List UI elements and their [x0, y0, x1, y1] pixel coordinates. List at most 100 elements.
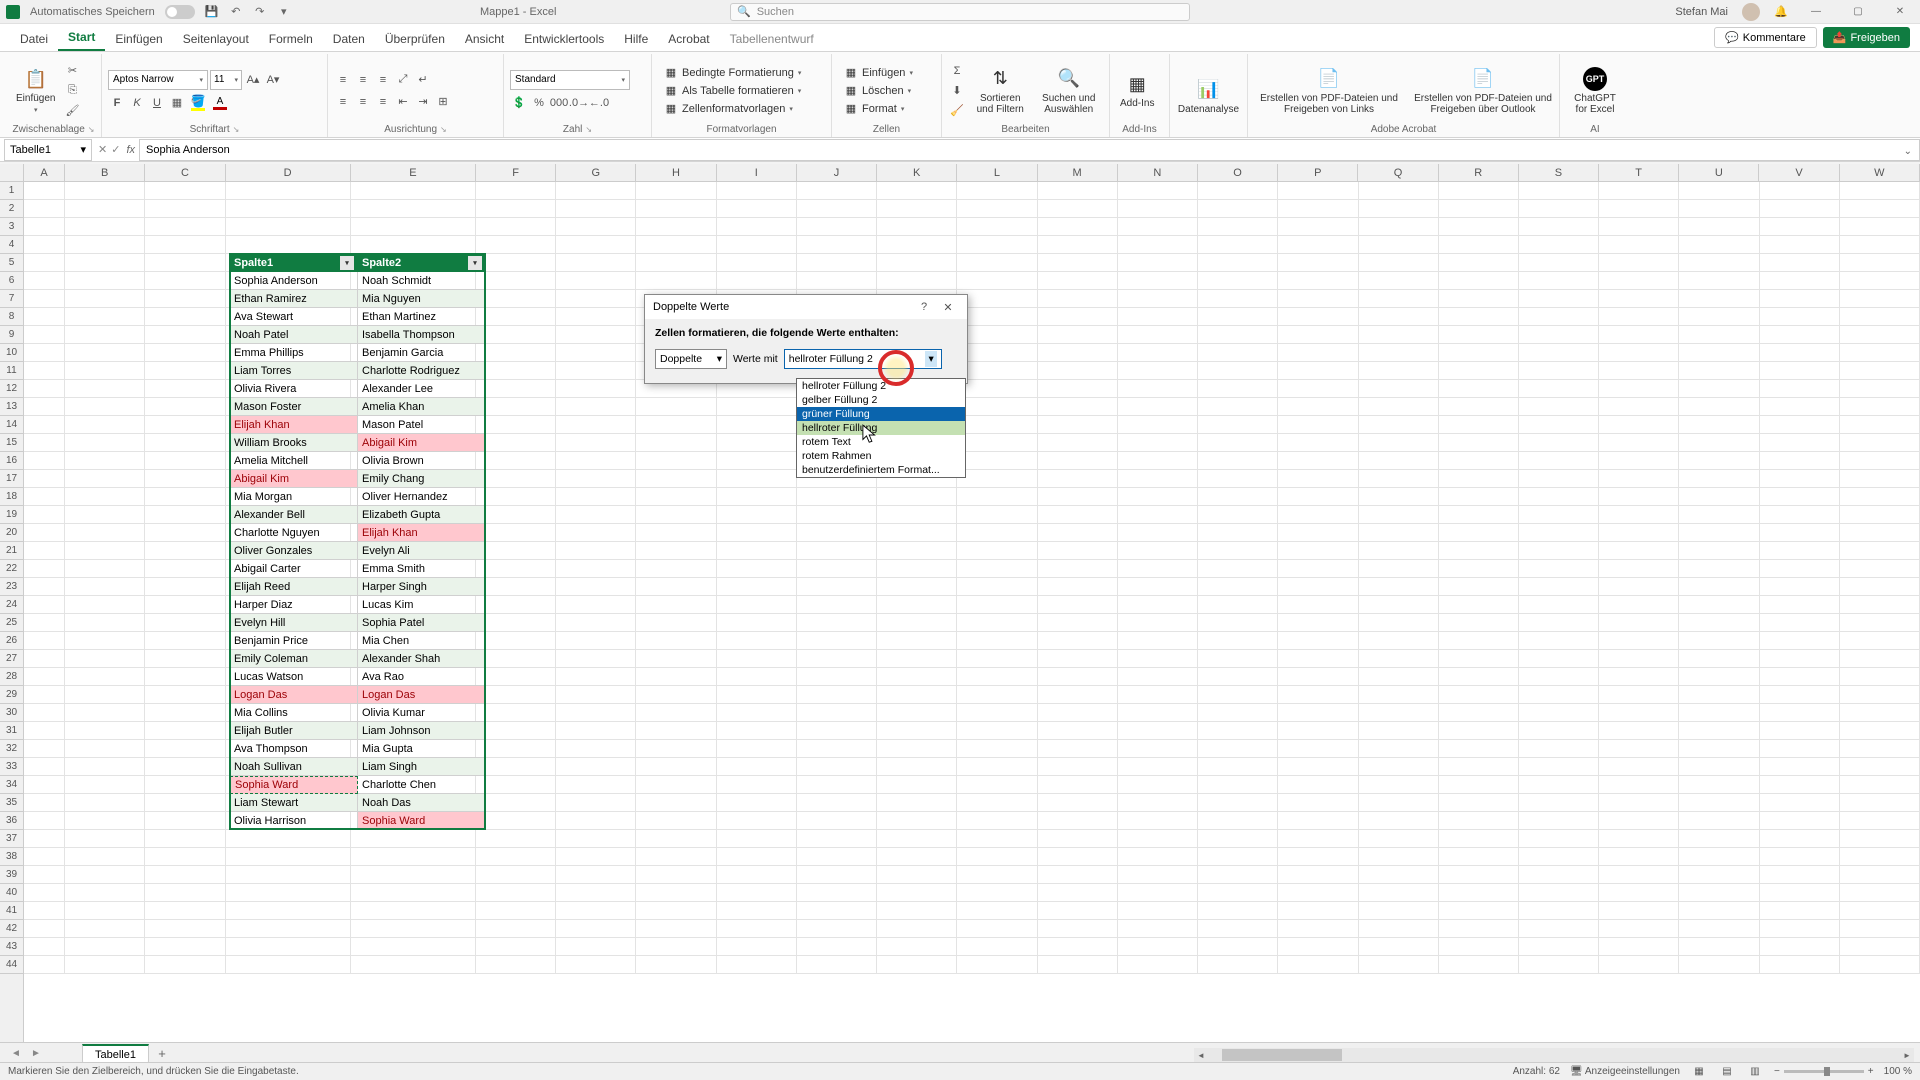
cell[interactable] [226, 830, 351, 848]
cell[interactable] [1198, 290, 1278, 308]
select-all-corner[interactable] [0, 164, 24, 182]
table-cell[interactable]: Mia Morgan [230, 488, 358, 506]
cell[interactable] [1359, 956, 1439, 974]
dropdown-option[interactable]: rotem Rahmen [797, 449, 965, 463]
cell[interactable] [556, 542, 636, 560]
cell[interactable] [476, 362, 556, 380]
cell[interactable] [1679, 362, 1759, 380]
cell[interactable] [1198, 740, 1278, 758]
dropdown-option[interactable]: hellroter Füllung 2 [797, 379, 965, 393]
cell[interactable] [1038, 452, 1118, 470]
cell[interactable] [1599, 542, 1679, 560]
orientation-icon[interactable]: ⤢ [394, 71, 412, 89]
cell[interactable] [476, 560, 556, 578]
table-cell[interactable]: Mia Nguyen [358, 290, 486, 308]
pdf-share-link-button[interactable]: 📄 Erstellen von PDF-Dateien und Freigebe… [1254, 65, 1404, 117]
cell[interactable] [717, 578, 797, 596]
cell[interactable] [1599, 776, 1679, 794]
scroll-thumb[interactable] [1222, 1049, 1342, 1061]
cell[interactable] [1278, 866, 1358, 884]
cell[interactable] [797, 740, 877, 758]
cell[interactable] [1118, 416, 1198, 434]
cell[interactable] [957, 578, 1037, 596]
cell[interactable] [877, 758, 957, 776]
cell[interactable] [65, 902, 145, 920]
cell[interactable] [957, 830, 1037, 848]
cell[interactable] [1760, 758, 1840, 776]
cell[interactable] [1519, 434, 1599, 452]
cell[interactable] [65, 578, 145, 596]
cell[interactable] [1760, 920, 1840, 938]
column-header[interactable]: J [797, 164, 877, 181]
row-header[interactable]: 36 [0, 812, 23, 830]
cell[interactable] [1840, 488, 1920, 506]
cell[interactable] [1840, 542, 1920, 560]
cell[interactable] [636, 956, 716, 974]
cell[interactable] [1278, 812, 1358, 830]
cell[interactable] [957, 182, 1037, 200]
row-header[interactable]: 29 [0, 686, 23, 704]
cell[interactable] [226, 920, 351, 938]
cell[interactable] [476, 704, 556, 722]
cell[interactable] [1038, 344, 1118, 362]
italic-icon[interactable]: K [128, 94, 146, 112]
cell[interactable] [957, 380, 1037, 398]
row-header[interactable]: 38 [0, 848, 23, 866]
add-sheet-button[interactable]: + [153, 1045, 171, 1063]
cell[interactable] [1038, 812, 1118, 830]
cell[interactable] [717, 200, 797, 218]
minimize-button[interactable]: — [1802, 2, 1830, 22]
cell[interactable] [556, 416, 636, 434]
cell[interactable] [797, 830, 877, 848]
row-header[interactable]: 22 [0, 560, 23, 578]
cell[interactable] [636, 704, 716, 722]
cell[interactable] [65, 848, 145, 866]
column-header[interactable]: N [1118, 164, 1198, 181]
cell[interactable] [797, 884, 877, 902]
page-layout-view-icon[interactable]: ▤ [1718, 1065, 1736, 1079]
table-cell[interactable]: Emily Chang [358, 470, 486, 488]
cell[interactable] [957, 452, 1037, 470]
cell[interactable] [24, 470, 65, 488]
cell[interactable] [1599, 830, 1679, 848]
cell[interactable] [65, 830, 145, 848]
cell[interactable] [556, 488, 636, 506]
cell[interactable] [1679, 326, 1759, 344]
cell[interactable] [476, 596, 556, 614]
cell[interactable] [1198, 902, 1278, 920]
copy-icon[interactable]: ⎘ [63, 82, 81, 100]
table-cell[interactable]: Evelyn Ali [358, 542, 486, 560]
cell[interactable] [1198, 218, 1278, 236]
cell[interactable] [476, 218, 556, 236]
cell[interactable] [476, 380, 556, 398]
cell[interactable] [1038, 848, 1118, 866]
cell[interactable] [1760, 902, 1840, 920]
cell[interactable] [1278, 578, 1358, 596]
cell[interactable] [1118, 704, 1198, 722]
cell[interactable] [1760, 326, 1840, 344]
table-cell[interactable]: Ava Stewart [230, 308, 358, 326]
cell[interactable] [957, 362, 1037, 380]
cell[interactable] [636, 794, 716, 812]
cell[interactable] [1439, 938, 1519, 956]
row-header[interactable]: 35 [0, 794, 23, 812]
cell[interactable] [1599, 182, 1679, 200]
insert-cells-button[interactable]: ▦Einfügen▾ [838, 65, 935, 81]
align-right-icon[interactable]: ≡ [374, 93, 392, 111]
cell[interactable] [877, 218, 957, 236]
cell[interactable] [797, 614, 877, 632]
row-header[interactable]: 13 [0, 398, 23, 416]
cell[interactable] [1118, 380, 1198, 398]
table-cell[interactable]: Mia Chen [358, 632, 486, 650]
cell[interactable] [1679, 200, 1759, 218]
row-header[interactable]: 19 [0, 506, 23, 524]
cell[interactable] [24, 290, 65, 308]
cell[interactable] [1679, 344, 1759, 362]
cell[interactable] [1679, 938, 1759, 956]
number-format-combo[interactable]: Standard▾ [510, 70, 630, 90]
cell[interactable] [1038, 524, 1118, 542]
cell[interactable] [957, 848, 1037, 866]
cell[interactable] [1840, 884, 1920, 902]
table-cell[interactable]: Charlotte Nguyen [230, 524, 358, 542]
cell[interactable] [1599, 452, 1679, 470]
